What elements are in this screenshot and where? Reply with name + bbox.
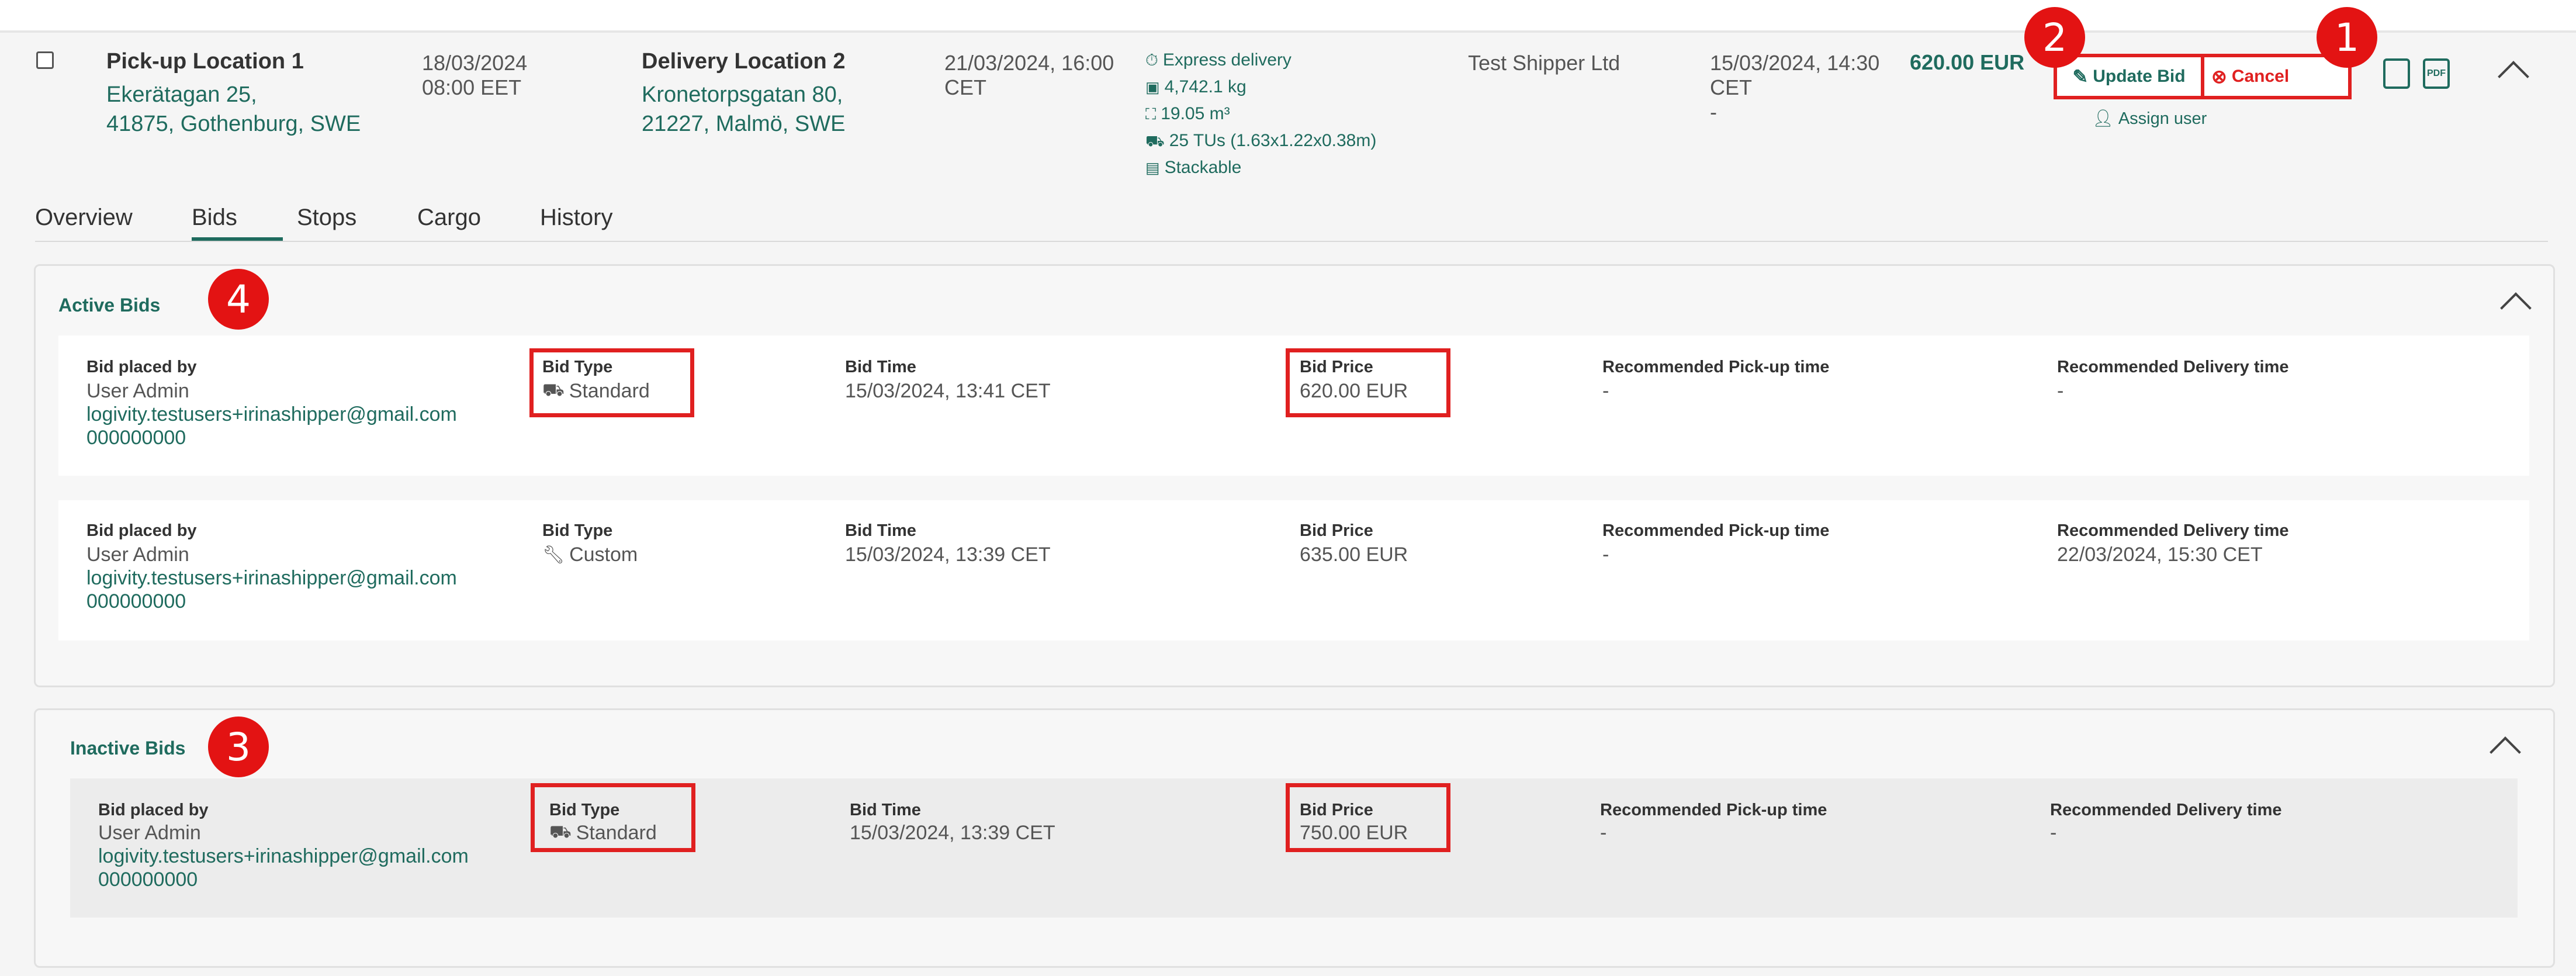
row-select-checkbox[interactable] bbox=[36, 51, 54, 69]
expand-volume-icon: ⛶ bbox=[1145, 105, 1157, 123]
highlight-bid-type bbox=[531, 783, 695, 852]
created-timezone: CET bbox=[1710, 75, 1752, 99]
label-rec-delivery: Recommended Delivery time bbox=[2057, 521, 2289, 540]
label-bid-time: Bid Time bbox=[845, 521, 916, 540]
delivery-timezone: CET bbox=[944, 75, 986, 99]
tab-history[interactable]: History bbox=[540, 205, 612, 231]
rec-pickup-value: - bbox=[1600, 822, 1607, 844]
delivery-date: 21/03/2024, 16:00 bbox=[944, 51, 1114, 75]
detail-volume: ⛶ 19.05 m³ bbox=[1145, 101, 1230, 127]
annotation-badge-4: 4 bbox=[208, 269, 269, 330]
label-bid-price: Bid Price bbox=[1300, 521, 1373, 540]
label-bid-time: Bid Time bbox=[845, 358, 916, 376]
label-rec-delivery: Recommended Delivery time bbox=[2057, 358, 2289, 376]
label-rec-delivery: Recommended Delivery time bbox=[2050, 801, 2282, 819]
annotation-badge-3: 3 bbox=[208, 717, 269, 777]
rec-delivery-value: - bbox=[2050, 822, 2057, 844]
rec-pickup-value: - bbox=[1602, 544, 1609, 566]
pickup-address-line1: Ekerätagan 25, bbox=[106, 82, 257, 107]
bid-user: User Admin bbox=[86, 380, 189, 402]
bid-time: 15/03/2024, 13:39 CET bbox=[850, 822, 1055, 844]
label-bid-time: Bid Time bbox=[850, 801, 921, 819]
highlight-bid-price bbox=[1286, 783, 1450, 852]
label-bid-placed-by: Bid placed by bbox=[98, 801, 209, 819]
delivery-address-line1: Kronetorpsgatan 80, bbox=[642, 82, 843, 107]
bid-phone: 000000000 bbox=[86, 590, 186, 612]
bid-user: User Admin bbox=[98, 822, 201, 844]
bid-phone: 000000000 bbox=[98, 868, 198, 891]
pickup-date: 18/03/2024 bbox=[422, 51, 528, 75]
rec-delivery-value: 22/03/2024, 15:30 CET bbox=[2057, 544, 2263, 566]
pencil-icon: ✎ bbox=[2072, 66, 2089, 87]
tab-cargo[interactable]: Cargo bbox=[417, 205, 481, 231]
shipper-name: Test Shipper Ltd bbox=[1468, 51, 1621, 75]
pickup-address-line2: 41875, Gothenburg, SWE bbox=[106, 112, 361, 136]
label-bid-placed-by: Bid placed by bbox=[86, 358, 197, 376]
tab-overview[interactable]: Overview bbox=[35, 205, 133, 231]
bid-email: logivity.testusers+irinashipper@gmail.co… bbox=[98, 845, 469, 867]
pickup-title: Pick-up Location 1 bbox=[106, 49, 304, 74]
bid-time: 15/03/2024, 13:39 CET bbox=[845, 544, 1051, 566]
stack-icon: ▤ bbox=[1145, 159, 1160, 176]
document-icon[interactable] bbox=[2383, 58, 2410, 89]
tab-stops[interactable]: Stops bbox=[297, 205, 356, 231]
created-extra: - bbox=[1710, 100, 1717, 124]
bid-time: 15/03/2024, 13:41 CET bbox=[845, 380, 1051, 402]
cancel-circle-icon: ⊗ bbox=[2211, 66, 2227, 87]
detail-express: ⏱ Express delivery bbox=[1145, 47, 1292, 74]
bid-price: 635.00 EUR bbox=[1300, 544, 1408, 566]
pdf-icon[interactable]: PDF bbox=[2423, 58, 2450, 89]
bid-email: logivity.testusers+irinashipper@gmail.co… bbox=[86, 567, 457, 589]
bid-user: User Admin bbox=[86, 544, 189, 566]
tabs-divider bbox=[35, 241, 2548, 242]
rec-delivery-value: - bbox=[2057, 380, 2064, 402]
annotation-badge-1: 1 bbox=[2317, 7, 2377, 68]
label-bid-placed-by: Bid placed by bbox=[86, 521, 197, 540]
update-bid-button[interactable]: ✎ Update Bid bbox=[2054, 54, 2204, 99]
tab-bids-active-indicator bbox=[192, 237, 283, 241]
active-bids-title: Active Bids bbox=[58, 295, 161, 316]
detail-stackable: ▤ Stackable bbox=[1145, 154, 1241, 181]
inactive-bids-title: Inactive Bids bbox=[70, 738, 186, 759]
timer-icon: ⏱ bbox=[1145, 51, 1158, 69]
bid-phone: 000000000 bbox=[86, 427, 186, 449]
highlight-bid-price bbox=[1286, 348, 1450, 417]
delivery-title: Delivery Location 2 bbox=[642, 49, 846, 74]
pickup-time: 08:00 EET bbox=[422, 75, 522, 99]
pallet-icon: ⛟ bbox=[1145, 132, 1165, 150]
assign-user-link[interactable]: 👤︎ Assign user bbox=[2092, 109, 2207, 129]
label-rec-pickup: Recommended Pick-up time bbox=[1602, 521, 1830, 540]
label-bid-type: Bid Type bbox=[542, 521, 613, 540]
label-rec-pickup: Recommended Pick-up time bbox=[1602, 358, 1830, 376]
label-rec-pickup: Recommended Pick-up time bbox=[1600, 801, 1827, 819]
rec-pickup-value: - bbox=[1602, 380, 1609, 402]
weight-icon: ▣ bbox=[1145, 78, 1160, 96]
bid-type: 🔧︎ Custom bbox=[542, 544, 638, 566]
annotation-badge-2: 2 bbox=[2024, 7, 2085, 68]
wrench-icon: 🔧︎ bbox=[542, 545, 565, 565]
bid-email: logivity.testusers+irinashipper@gmail.co… bbox=[86, 403, 457, 425]
shipment-price: 620.00 EUR bbox=[1910, 50, 2025, 74]
delivery-address-line2: 21227, Malmö, SWE bbox=[642, 112, 846, 136]
highlight-bid-type bbox=[529, 348, 694, 417]
user-icon: 👤︎ bbox=[2092, 109, 2114, 128]
created-date: 15/03/2024, 14:30 bbox=[1710, 51, 1880, 75]
detail-units: ⛟ 25 TUs (1.63x1.22x0.38m) bbox=[1145, 127, 1376, 154]
detail-weight: ▣ 4,742.1 kg bbox=[1145, 74, 1247, 101]
tab-bids[interactable]: Bids bbox=[192, 205, 237, 231]
